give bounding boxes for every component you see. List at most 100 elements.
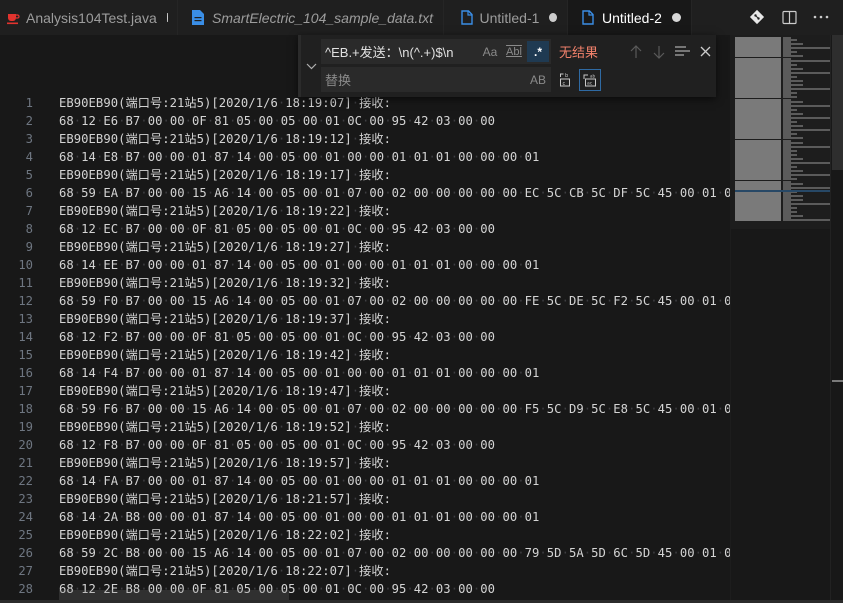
editor-line[interactable]: 2 68·12·E6·B7·00·00·0F·81·05·00·05·00·01·… [0, 112, 730, 130]
token: 81 [214, 222, 229, 236]
find-in-selection-button[interactable] [671, 41, 693, 63]
line-text[interactable]: 68·14·FA·B7·00·00·01·87·14·00·05·00·01·0… [59, 472, 539, 490]
editor-line[interactable]: 26 68·59·2C·B8·00·00·15·A6·14·00·05·00·01… [0, 544, 739, 562]
line-text[interactable]: EB90EB90(端口号:21站5)[2020/1/6·18:19:17]·接收… [59, 166, 391, 184]
minimap[interactable] [730, 35, 831, 603]
text-editor[interactable]: 1 EB90EB90(端口号:21站5)[2020/1/6 · 18:19:07] · 接… [0, 35, 843, 603]
editor-line[interactable]: 7 EB90EB90(端口号:21站5)[2020/1/6·18:19:22]·接… [0, 202, 730, 220]
line-text[interactable]: EB90EB90(端口号:21站5)[2020/1/6·18:22:07]·接收… [59, 562, 391, 580]
line-text[interactable]: 68·12·E6·B7·00·00·0F·81·05·00·05·00·01·0… [59, 112, 495, 130]
line-text[interactable]: EB90EB90(端口号:21站5)[2020/1/6·18:19:12]·接收… [59, 130, 391, 148]
token: 79 [524, 546, 540, 560]
editor-line[interactable]: 22 68·14·FA·B7·00·00·01·87·14·00·05·00·01… [0, 472, 730, 490]
tab-analysis104test-java[interactable]: Analysis104Test.java [0, 0, 178, 35]
replace-input[interactable]: 替换 AB [321, 67, 551, 92]
token: 5C [546, 294, 562, 308]
editor-line[interactable]: 24 68·14·2A·B8·00·00·01·87·14·00·05·00·01… [0, 508, 730, 526]
whole-word-toggle[interactable]: Abl [503, 41, 525, 62]
editor-line[interactable]: 15 EB90EB90(端口号:21站5)[2020/1/6·18:19:42]·… [0, 346, 730, 364]
editor-line[interactable]: 11 EB90EB90(端口号:21站5)[2020/1/6·18:19:32]·… [0, 274, 730, 292]
editor-line[interactable]: 18 68·59·F6·B7·00·00·15·A6·14·00·05·00·01… [0, 400, 739, 418]
tab-smartelectric-sample-data[interactable]: SmartElectric_104_sample_data.txt [178, 0, 444, 35]
editor-line[interactable]: 19 EB90EB90(端口号:21站5)[2020/1/6·18:19:52]·… [0, 418, 730, 436]
find-input[interactable]: ^EB.+发送：\n(^.+)$\n Aa Abl .* [321, 39, 551, 64]
previous-match-button[interactable] [625, 41, 647, 63]
editor-line[interactable]: 6 68·59·EA·B7·00·00·15·A6·14·00·05·00·01·… [0, 184, 739, 202]
unsaved-dot-icon[interactable] [671, 13, 681, 22]
whitespace-dot: · [140, 510, 148, 524]
line-text[interactable]: EB90EB90(端口号:21站5)[2020/1/6·18:19:37]·接收… [59, 310, 391, 328]
whitespace-dot: · [384, 294, 392, 308]
token: 01 [435, 150, 451, 164]
line-text[interactable]: EB90EB90(端口号:21站5)[2020/1/6·18:19:32]·接收… [59, 274, 391, 292]
replace-input-placeholder[interactable]: 替换 [325, 70, 527, 89]
match-case-toggle[interactable]: Aa [479, 41, 501, 62]
file-icon [460, 10, 473, 26]
editor-line[interactable]: 14 68·12·F2·B7·00·00·0F·81·05·00·05·00·01… [0, 328, 730, 346]
editor-line[interactable]: 5 EB90EB90(端口号:21站5)[2020/1/6·18:19:17]·接… [0, 166, 730, 184]
source-control-icon[interactable] [741, 0, 773, 35]
line-text[interactable]: 68·12·F8·B7·00·00·0F·81·05·00·05·00·01·0… [59, 436, 495, 454]
line-text[interactable]: EB90EB90(端口号:21站5)[2020/1/6·18:21:57]·接收… [59, 490, 391, 508]
line-text[interactable]: EB90EB90(端口号:21站5)[2020/1/6·18:22:02]·接收… [59, 526, 391, 544]
token: 00 [458, 186, 473, 200]
line-text[interactable]: 68·14·F4·B7·00·00·01·87·14·00·05·00·01·0… [59, 364, 539, 382]
find-input-value[interactable]: ^EB.+发送：\n(^.+)$\n [325, 42, 479, 61]
line-text[interactable]: 68·59·F6·B7·00·00·15·A6·14·00·05·00·01·0… [59, 400, 739, 418]
whitespace-dot: · [384, 330, 392, 344]
editor-line[interactable]: 16 68·14·F4·B7·00·00·01·87·14·00·05·00·01… [0, 364, 730, 382]
editor-line[interactable]: 27 EB90EB90(端口号:21站5)[2020/1/6·18:22:07]·… [0, 562, 730, 580]
line-text[interactable]: 68·12·EC·B7·00·00·0F·81·05·00·05·00·01·0… [59, 220, 495, 238]
toggle-replace-button[interactable] [304, 35, 318, 97]
editor-line[interactable]: 12 68·59·F0·B7·00·00·15·A6·14·00·05·00·01… [0, 292, 739, 310]
token: EB90EB90(端口号:21站5)[2020/1/6 [59, 168, 278, 182]
unsaved-dot-icon[interactable] [549, 13, 557, 22]
close-find-button[interactable] [694, 41, 716, 63]
split-editor-icon[interactable] [773, 0, 805, 35]
line-text[interactable]: EB90EB90(端口号:21站5)[2020/1/6·18:19:47]·接收… [59, 382, 391, 400]
editor-line[interactable]: 4 68·14·E8·B7·00·00·01·87·14·00·05·00·01·… [0, 148, 730, 166]
vertical-scrollbar[interactable] [830, 35, 843, 603]
replace-one-button[interactable]: cb [554, 69, 576, 91]
whitespace-dot: · [273, 294, 281, 308]
editor-line[interactable]: 8 68·12·EC·B7·00·00·0F·81·05·00·05·00·01·… [0, 220, 730, 238]
editor-lines[interactable]: 1 EB90EB90(端口号:21站5)[2020/1/6 · 18:19:07] · 接… [0, 94, 739, 598]
line-text[interactable]: EB90EB90(端口号:21站5)[2020/1/6·18:19:42]·接收… [59, 346, 391, 364]
line-text[interactable]: 68·59·EA·B7·00·00·15·A6·14·00·05·00·01·0… [59, 184, 739, 202]
token: 01 [701, 402, 717, 416]
line-text[interactable]: 68·14·EE·B7·00·00·01·87·14·00·05·00·01·0… [59, 256, 539, 274]
line-text[interactable]: EB90EB90(端口号:21站5)[2020/1/6·18:19:22]·接收… [59, 202, 391, 220]
line-number: 6 [25, 186, 33, 200]
line-text[interactable]: EB90EB90(端口号:21站5)[2020/1/6·18:19:57]·接收… [59, 454, 391, 472]
line-text[interactable]: 68·14·E8·B7·00·00·01·87·14·00·05·00·01·0… [59, 148, 539, 166]
tab-untitled-2[interactable]: Untitled-2 [568, 0, 692, 35]
line-text[interactable]: 68·14·2A·B8·00·00·01·87·14·00·05·00·01·0… [59, 508, 539, 526]
line-text[interactable]: EB90EB90(端口号:21站5)[2020/1/6·18:19:27]·接收… [59, 238, 391, 256]
preserve-case-toggle[interactable]: AB [527, 69, 549, 90]
editor-line[interactable]: 20 68·12·F8·B7·00·00·0F·81·05·00·05·00·01… [0, 436, 730, 454]
token: 5C [591, 402, 606, 416]
horizontal-scrollbar-thumb[interactable] [59, 590, 289, 600]
more-actions-icon[interactable] [805, 0, 837, 35]
editor-line[interactable]: 9 EB90EB90(端口号:21站5)[2020/1/6·18:19:27]·接… [0, 238, 730, 256]
line-text[interactable]: 68·12·F2·B7·00·00·0F·81·05·00·05·00·01·0… [59, 328, 495, 346]
editor-line[interactable]: 13 EB90EB90(端口号:21站5)[2020/1/6·18:19:37]·… [0, 310, 730, 328]
editor-line[interactable]: 23 EB90EB90(端口号:21站5)[2020/1/6·18:21:57]·… [0, 490, 730, 508]
token: 18:19:12] [285, 132, 352, 146]
tab-untitled-1[interactable]: Untitled-1 [444, 0, 568, 35]
editor-line[interactable]: 3 EB90EB90(端口号:21站5)[2020/1/6·18:19:12]·接… [0, 130, 730, 148]
token: 01 [192, 366, 207, 380]
regex-toggle[interactable]: .* [527, 41, 549, 62]
token: 00 [679, 186, 695, 200]
editor-line[interactable]: 10 68·14·EE·B7·00·00·01·87·14·00·05·00·01… [0, 256, 730, 274]
line-text[interactable]: 68·59·2C·B8·00·00·15·A6·14·00·05·00·01·0… [59, 544, 739, 562]
editor-line[interactable]: 21 EB90EB90(端口号:21站5)[2020/1/6·18:19:57]·… [0, 454, 730, 472]
replace-all-button[interactable]: ac ab [579, 68, 601, 91]
token: FA [103, 474, 119, 488]
next-match-button[interactable] [648, 41, 670, 63]
editor-line[interactable]: 17 EB90EB90(端口号:21站5)[2020/1/6·18:19:47]·… [0, 382, 730, 400]
line-text[interactable]: 68·59·F0·B7·00·00·15·A6·14·00·05·00·01·0… [59, 292, 739, 310]
vertical-scrollbar-thumb[interactable] [832, 35, 843, 170]
line-text[interactable]: EB90EB90(端口号:21站5)[2020/1/6·18:19:52]·接收… [59, 418, 391, 436]
editor-line[interactable]: 25 EB90EB90(端口号:21站5)[2020/1/6·18:22:02]·… [0, 526, 730, 544]
